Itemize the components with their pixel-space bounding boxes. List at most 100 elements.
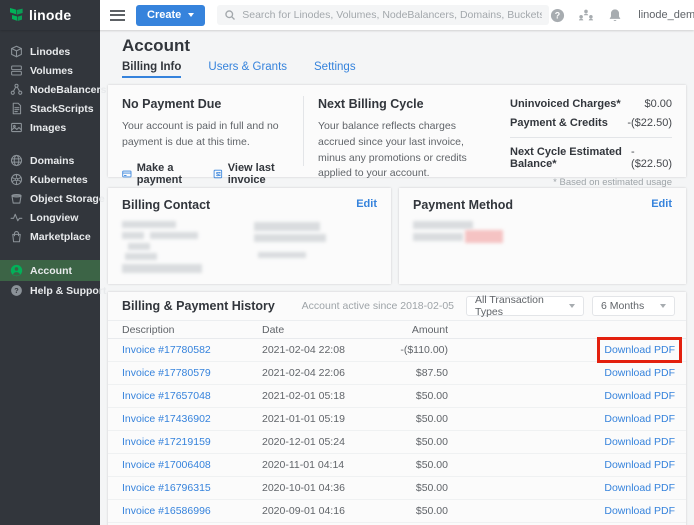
redacted-text [258,252,306,258]
sidebar-item-longview[interactable]: Longview [0,208,100,227]
make-payment-link[interactable]: Make a payment [122,162,196,186]
redacted-text [254,222,320,231]
page-title: Account [122,36,686,55]
estimated-balance-value: -($22.50) [631,146,672,170]
sidebar-item-object-storage[interactable]: Object Storage [0,189,100,208]
sidebar-item-help[interactable]: ?Help & Support [0,281,100,300]
sidebar-item-label: Marketplace [30,231,91,243]
uninvoiced-charges-label: Uninvoiced Charges* [510,98,621,110]
sidebar-item-marketplace[interactable]: Marketplace [0,227,100,246]
linodes-icon [10,45,23,58]
uninvoiced-charges-value: $0.00 [644,98,672,110]
sidebar-item-label: Volumes [30,65,73,77]
invoice-amount: -($110.00) [382,339,448,362]
marketplace-icon [10,230,23,243]
username[interactable]: linode_demo512 [638,9,694,21]
sidebar-item-stackscripts[interactable]: StackScripts [0,99,100,118]
domains-icon [10,154,23,167]
invoice-amount: $50.00 [382,500,448,523]
redacted-card-logo [465,230,503,243]
table-row: Invoice #167963152020-10-01 04:36$50.00D… [108,477,686,500]
community-icon[interactable] [578,7,594,23]
invoice-link[interactable]: Invoice #17780582 [122,344,211,356]
invoice-link[interactable]: Invoice #17219159 [122,436,211,448]
estimated-balance-row: Next Cycle Estimated Balance* -($22.50) [510,146,672,170]
redacted-text [122,264,202,273]
svg-text:$: $ [216,172,219,178]
invoice-link[interactable]: Invoice #17657048 [122,390,211,402]
search-bar[interactable] [217,5,549,25]
tabs: Billing Info Users & Grants Settings [122,61,686,78]
sidebar-item-nodebalancers[interactable]: NodeBalancers [0,80,100,99]
download-pdf-link-highlighted[interactable]: Download PDF [604,344,675,356]
invoice-date: 2020-09-01 04:16 [262,500,382,523]
payment-due-section: No Payment Due Your account is paid in f… [108,96,304,166]
uninvoiced-charges-row: Uninvoiced Charges* $0.00 [510,98,672,110]
notifications-bell-icon[interactable] [607,7,623,23]
transaction-type-select[interactable]: All Transaction Types [466,296,584,316]
sidebar-item-volumes[interactable]: Volumes [0,61,100,80]
search-icon [224,9,236,21]
brand-name: linode [29,7,71,23]
download-pdf-link[interactable]: Download PDF [604,482,675,494]
download-pdf-link[interactable]: Download PDF [604,505,675,517]
period-select[interactable]: 6 Months [592,296,675,316]
redacted-text [254,234,326,242]
invoice-amount: $50.00 [382,431,448,454]
sidebar-item-domains[interactable]: Domains [0,151,100,170]
redacted-text [122,232,144,239]
chevron-down-icon [660,304,666,308]
payment-credits-value: -($22.50) [627,117,672,129]
download-pdf-link[interactable]: Download PDF [604,390,675,402]
invoice-date: 2020-11-01 04:14 [262,454,382,477]
download-pdf-link[interactable]: Download PDF [604,413,675,425]
topbar: linode Create ? [0,0,694,30]
sidebar-item-label: Account [30,265,72,277]
menu-icon[interactable] [110,10,125,21]
help-icon[interactable]: ? [549,7,565,23]
download-pdf-link[interactable]: Download PDF [604,436,675,448]
create-button[interactable]: Create [136,5,205,26]
main-content: Account Billing Info Users & Grants Sett… [100,30,694,525]
download-pdf-link[interactable]: Download PDF [604,367,675,379]
billing-history-panel: Billing & Payment History Account active… [108,292,686,525]
linode-logo-icon [9,7,24,24]
redacted-text [413,221,473,229]
view-last-invoice-link[interactable]: $ View last invoice [213,162,289,186]
sidebar-item-label: Domains [30,155,74,167]
linode-logo[interactable]: linode [0,0,100,30]
tab-billing-info[interactable]: Billing Info [122,61,181,78]
search-input[interactable] [242,9,542,21]
table-row: Invoice #170064082020-11-01 04:14$50.00D… [108,454,686,477]
invoice-date: 2021-01-01 05:19 [262,408,382,431]
charges-divider [510,137,672,138]
invoice-amount: $50.00 [382,385,448,408]
billing-contact-edit-button[interactable]: Edit [356,198,377,210]
redacted-text [413,233,463,241]
payment-method-edit-button[interactable]: Edit [651,198,672,210]
download-pdf-link[interactable]: Download PDF [604,459,675,471]
sidebar-item-account[interactable]: Account [0,260,100,281]
next-billing-cycle-description: Your balance reflects charges accrued si… [318,119,482,182]
sidebar-item-label: Help & Support [30,285,106,297]
tab-users-grants[interactable]: Users & Grants [208,61,287,78]
sidebar-item-images[interactable]: Images [0,118,100,137]
help-icon: ? [10,284,23,297]
next-billing-cycle-section: Next Billing Cycle Your balance reflects… [304,96,496,166]
redacted-text [122,221,176,228]
invoice-icon: $ [213,167,223,181]
invoice-link[interactable]: Invoice #17780579 [122,367,211,379]
invoice-link[interactable]: Invoice #16586996 [122,505,211,517]
invoice-link[interactable]: Invoice #16796315 [122,482,211,494]
sidebar-item-kubernetes[interactable]: Kubernetes [0,170,100,189]
payment-method-title: Payment Method [413,198,513,212]
invoice-link[interactable]: Invoice #17436902 [122,413,211,425]
estimated-usage-footnote: * Based on estimated usage [510,177,672,188]
tab-settings[interactable]: Settings [314,61,356,78]
sidebar-item-linodes[interactable]: Linodes [0,42,100,61]
invoice-amount: $50.00 [382,477,448,500]
table-row: Invoice #172191592020-12-01 05:24$50.00D… [108,431,686,454]
payment-method-panel: Payment Method Edit [399,188,686,284]
invoice-link[interactable]: Invoice #17006408 [122,459,211,471]
credit-card-icon [122,167,132,181]
